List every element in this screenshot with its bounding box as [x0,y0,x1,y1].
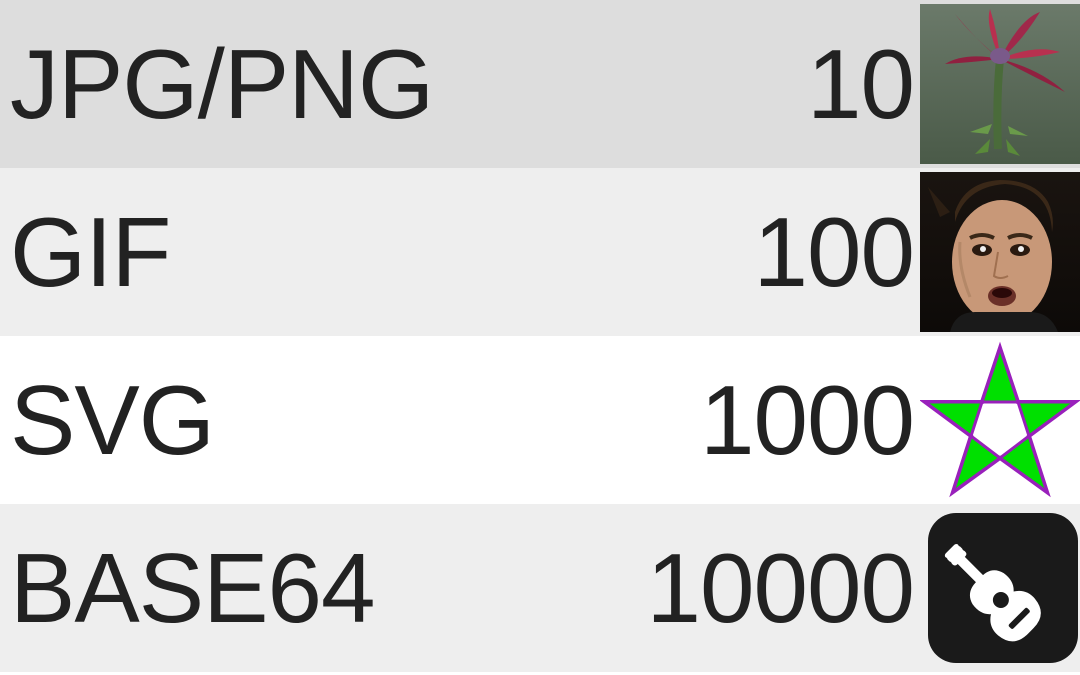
table-row: SVG 1000 [0,336,1080,504]
table-row: GIF 100 [0,168,1080,336]
format-value: 10000 [430,532,920,645]
format-table: JPG/PNG 10 [0,0,1080,672]
format-value: 100 [430,196,920,309]
format-label: SVG [10,364,430,477]
table-row: JPG/PNG 10 [0,0,1080,168]
format-value: 1000 [430,364,920,477]
thumbnail [920,508,1080,668]
table-row: BASE64 10000 [0,504,1080,672]
thumbnail [920,4,1080,164]
thumbnail [920,172,1080,332]
flower-icon [920,4,1080,164]
thumbnail [920,340,1080,500]
format-label: JPG/PNG [10,28,433,141]
face-icon [920,172,1080,332]
format-label: GIF [10,196,430,309]
guitar-icon [928,513,1078,663]
format-label: BASE64 [10,532,430,645]
star-icon [920,340,1080,500]
format-value: 10 [433,28,920,141]
